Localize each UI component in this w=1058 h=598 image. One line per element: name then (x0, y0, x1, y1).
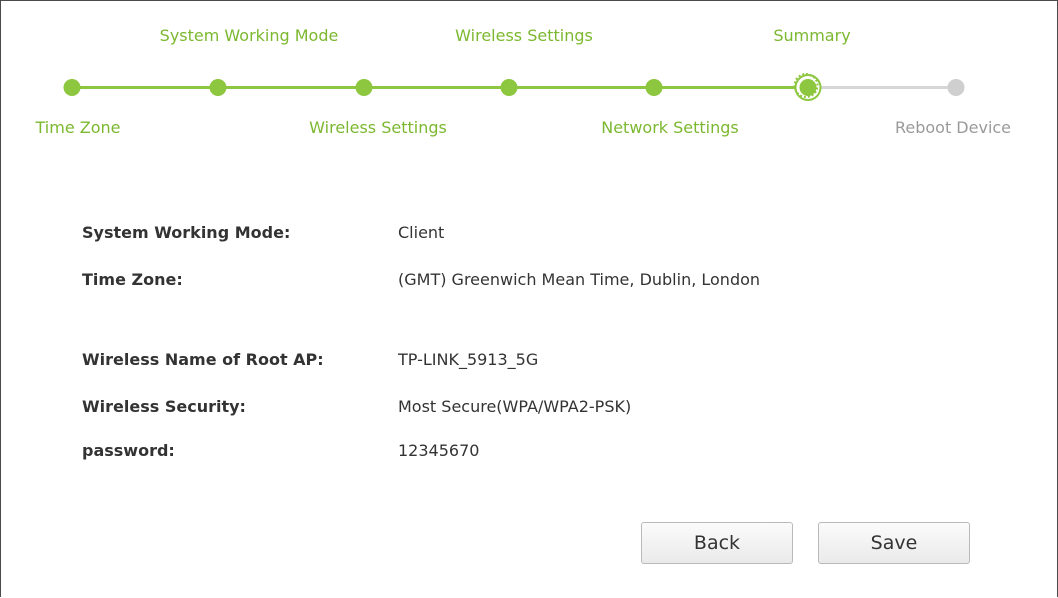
summary-row-root-ap: Wireless Name of Root AP: TP-LINK_5913_5… (82, 350, 982, 374)
step-dot-network-settings (645, 79, 663, 96)
time-zone-label: Time Zone: (82, 270, 183, 289)
summary-row-security: Wireless Security: Most Secure(WPA/WPA2-… (82, 397, 982, 421)
security-value: Most Secure(WPA/WPA2-PSK) (398, 397, 632, 416)
save-button[interactable]: Save (818, 522, 970, 564)
working-mode-label: System Working Mode: (82, 223, 291, 242)
summary-row-time-zone: Time Zone: (GMT) Greenwich Mean Time, Du… (82, 270, 982, 294)
password-label: password: (82, 441, 175, 460)
step-dot-summary-current (793, 73, 819, 98)
security-label: Wireless Security: (82, 397, 246, 416)
summary-row-password: password: 12345670 (82, 441, 982, 465)
time-zone-value: (GMT) Greenwich Mean Time, Dublin, Londo… (398, 270, 761, 289)
root-ap-label: Wireless Name of Root AP: (82, 350, 324, 369)
step-dot-wireless-settings-2 (500, 79, 518, 96)
step-dot-time-zone (63, 79, 81, 96)
progress-track-complete (72, 86, 808, 89)
step-dot-wireless-settings-1 (355, 79, 373, 96)
step-label-wireless-settings-top: Wireless Settings (455, 26, 593, 45)
step-dot-system-working-mode (209, 79, 227, 96)
step-label-time-zone: Time Zone (35, 118, 121, 137)
step-label-reboot-device: Reboot Device (894, 118, 1012, 137)
wizard-frame (0, 0, 1058, 597)
step-dot-reboot-device (947, 79, 965, 96)
step-label-network-settings: Network Settings (601, 118, 739, 137)
working-mode-value: Client (398, 223, 445, 242)
step-label-summary: Summary (773, 26, 851, 45)
progress-track-remaining (808, 86, 956, 89)
back-button[interactable]: Back (641, 522, 793, 564)
step-label-wireless-settings-bottom: Wireless Settings (309, 118, 447, 137)
step-label-system-working-mode: System Working Mode (159, 26, 339, 45)
root-ap-value: TP-LINK_5913_5G (398, 350, 539, 369)
summary-row-working-mode: System Working Mode: Client (82, 223, 982, 247)
password-value: 12345670 (398, 441, 480, 460)
